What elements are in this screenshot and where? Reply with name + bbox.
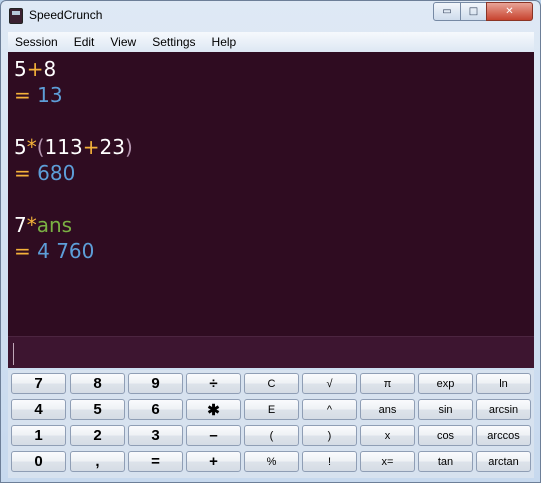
key-button[interactable]: 8 xyxy=(70,373,125,394)
result-value: 13 xyxy=(37,83,63,107)
key-button[interactable]: 9 xyxy=(128,373,183,394)
history-result: = 13 xyxy=(14,82,528,108)
key-button[interactable]: 7 xyxy=(11,373,66,394)
key-button[interactable]: 1 xyxy=(11,425,66,446)
menu-bar: Session Edit View Settings Help xyxy=(8,32,534,52)
result-display[interactable]: 5+8 = 13 5*(113+23) = 680 7*ans = 4 760 xyxy=(8,52,534,336)
key-button[interactable]: ans xyxy=(360,399,415,420)
history-entry[interactable]: 5*(113+23) = 680 xyxy=(14,134,528,186)
expression-token: 23 xyxy=(99,135,125,159)
key-button[interactable]: ^ xyxy=(302,399,357,420)
expression-token: + xyxy=(82,135,100,159)
title-bar[interactable]: SpeedCrunch ▭ □ ✕ xyxy=(1,1,540,31)
key-button[interactable]: 5 xyxy=(70,399,125,420)
key-button[interactable]: sin xyxy=(418,399,473,420)
key-button[interactable]: ! xyxy=(302,451,357,472)
key-button[interactable]: π xyxy=(360,373,415,394)
key-button[interactable]: 6 xyxy=(128,399,183,420)
menu-edit[interactable]: Edit xyxy=(67,35,102,49)
menu-session[interactable]: Session xyxy=(8,35,65,49)
key-button[interactable]: arcsin xyxy=(476,399,531,420)
history-result: = 4 760 xyxy=(14,238,528,264)
key-button[interactable]: tan xyxy=(418,451,473,472)
key-button[interactable]: – xyxy=(186,425,241,446)
key-button[interactable]: % xyxy=(244,451,299,472)
expression-token: ( xyxy=(36,135,45,159)
key-button[interactable]: = xyxy=(128,451,183,472)
result-value: 680 xyxy=(37,161,76,185)
key-button[interactable]: + xyxy=(186,451,241,472)
result-value: 4 760 xyxy=(37,239,95,263)
expression-token: 113 xyxy=(44,135,83,159)
expression-token: ans xyxy=(36,213,73,237)
key-button[interactable]: 2 xyxy=(70,425,125,446)
keypad: 7 8 9 ÷ C √ π exp ln 4 5 6 ✱ E ^ ans sin arcsin 1 2 3–() x cos… xyxy=(8,370,534,478)
key-button[interactable]: arctan xyxy=(476,451,531,472)
expression-token: 5 xyxy=(14,57,27,81)
history-expression: 5+8 xyxy=(14,56,528,82)
key-button[interactable]: exp xyxy=(418,373,473,394)
key-button[interactable]: ✱ xyxy=(186,399,241,420)
key-button[interactable]: √ xyxy=(302,373,357,394)
expression-token: * xyxy=(26,135,37,159)
equals-sign: = xyxy=(14,239,38,263)
key-button[interactable]: 4 xyxy=(11,399,66,420)
expression-token: ) xyxy=(124,135,133,159)
history-expression: 7*ans xyxy=(14,212,528,238)
key-button[interactable]: ÷ xyxy=(186,373,241,394)
text-cursor xyxy=(13,343,14,365)
key-button[interactable]: C xyxy=(244,373,299,394)
menu-help[interactable]: Help xyxy=(205,35,244,49)
maximize-button[interactable]: □ xyxy=(460,2,487,21)
speedcrunch-app-icon xyxy=(9,8,23,24)
key-button[interactable]: , xyxy=(70,451,125,472)
history-entry[interactable]: 7*ans = 4 760 xyxy=(14,212,528,264)
menu-view[interactable]: View xyxy=(103,35,143,49)
key-button[interactable]: x= xyxy=(360,451,415,472)
equals-sign: = xyxy=(14,83,38,107)
expression-token: 8 xyxy=(43,57,57,81)
key-button[interactable]: ( xyxy=(244,425,299,446)
key-button[interactable]: cos xyxy=(418,425,473,446)
expression-token: 5 xyxy=(14,135,27,159)
expression-token: * xyxy=(26,213,37,237)
history-result: = 680 xyxy=(14,160,528,186)
window-title: SpeedCrunch xyxy=(29,8,103,22)
key-button[interactable]: ln xyxy=(476,373,531,394)
expression-token: + xyxy=(26,57,44,81)
key-button[interactable]: ) xyxy=(302,425,357,446)
minimize-button[interactable]: ▭ xyxy=(433,2,461,21)
app-window: SpeedCrunch ▭ □ ✕ Session Edit View Sett… xyxy=(0,0,541,483)
key-button[interactable]: 0 xyxy=(11,451,66,472)
key-button[interactable]: arccos xyxy=(476,425,531,446)
equals-sign: = xyxy=(14,161,38,185)
expression-token: 7 xyxy=(14,213,27,237)
key-button[interactable]: E xyxy=(244,399,299,420)
key-button[interactable]: 3 xyxy=(128,425,183,446)
key-button[interactable]: x xyxy=(360,425,415,446)
expression-editor[interactable] xyxy=(8,336,534,368)
history-expression: 5*(113+23) xyxy=(14,134,528,160)
menu-settings[interactable]: Settings xyxy=(145,35,202,49)
close-button[interactable]: ✕ xyxy=(486,2,533,21)
history-entry[interactable]: 5+8 = 13 xyxy=(14,56,528,108)
